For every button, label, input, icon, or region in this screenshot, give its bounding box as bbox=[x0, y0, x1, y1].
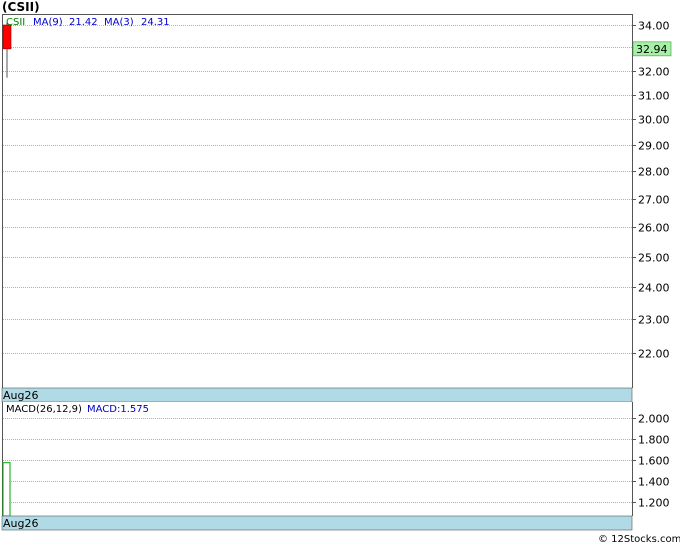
price-tick-label: 26.00 bbox=[638, 222, 670, 235]
macd-value-label: MACD:1.575 bbox=[87, 404, 149, 415]
price-tick-label: 25.00 bbox=[638, 252, 670, 265]
macd-date-label: Aug26 bbox=[3, 517, 38, 530]
legend-ma9-label: MA(9) bbox=[33, 17, 63, 28]
price-tick-label: 28.00 bbox=[638, 166, 670, 179]
price-date-label: Aug26 bbox=[3, 389, 38, 402]
price-tick-label: 24.00 bbox=[638, 282, 670, 295]
macd-tick-label: 1.400 bbox=[638, 476, 670, 489]
price-tick-label: 32.00 bbox=[638, 66, 670, 79]
price-tick-label: 30.00 bbox=[638, 114, 670, 127]
legend-ma9-value: 21.42 bbox=[69, 17, 98, 28]
macd-axis: 2.000 1.800 1.600 1.400 1.200 bbox=[632, 413, 670, 510]
price-tick-label: 34.00 bbox=[638, 20, 670, 33]
candle-body bbox=[2, 24, 12, 50]
price-date-band bbox=[1, 387, 633, 403]
macd-tick-label: 1.600 bbox=[638, 455, 670, 468]
macd-panel-background bbox=[2, 402, 632, 516]
macd-tick-label: 2.000 bbox=[638, 413, 670, 426]
last-price-label: 32.94 bbox=[636, 43, 668, 56]
price-tick-label: 23.00 bbox=[638, 314, 670, 327]
price-tick-label: 22.00 bbox=[638, 348, 670, 361]
macd-panel: 2.0001.8001.6001.4001.200 MACD(26,12,9) … bbox=[1, 402, 670, 531]
macd-date-band bbox=[1, 515, 633, 531]
legend-ticker: CSII bbox=[6, 17, 25, 28]
price-panel: 34.0033.0032.0031.0030.0029.0028.0027.00… bbox=[1, 14, 672, 403]
legend-ma3-value: 24.31 bbox=[141, 17, 170, 28]
macd-bar bbox=[2, 462, 11, 517]
legend-ma3-label: MA(3) bbox=[104, 17, 134, 28]
price-tick-label: 27.00 bbox=[638, 194, 670, 207]
price-panel-background bbox=[2, 14, 632, 388]
macd-bars bbox=[2, 462, 11, 517]
macd-tick-label: 1.200 bbox=[638, 497, 670, 510]
macd-params-label: MACD(26,12,9) bbox=[6, 404, 82, 415]
price-axis: 34.0033.0032.0031.0030.0029.0028.0027.00… bbox=[632, 20, 670, 361]
price-tick-label: 31.00 bbox=[638, 90, 670, 103]
macd-tick-label: 1.800 bbox=[638, 434, 670, 447]
watermark: © 12Stocks.com bbox=[598, 534, 680, 545]
stock-chart: 34.0033.0032.0031.0030.0029.0028.0027.00… bbox=[1, 14, 680, 545]
price-tick-label: 29.00 bbox=[638, 140, 670, 153]
